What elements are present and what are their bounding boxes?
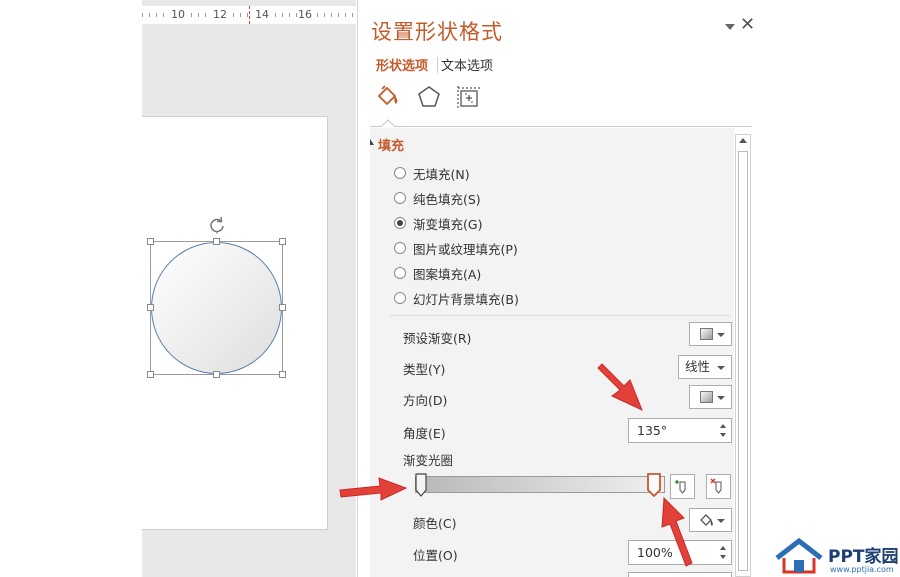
collapse-triangle-icon[interactable] [370, 139, 374, 145]
direction-dropdown[interactable] [689, 385, 732, 409]
ruler-mark-10: 10 [170, 7, 186, 22]
chevron-down-icon [717, 519, 725, 523]
type-label: 类型(Y) [403, 362, 446, 377]
preset-gradient-label: 预设渐变(R) [403, 331, 472, 346]
shape-selection-box[interactable] [147, 216, 286, 378]
panel-title: 设置形状格式 [371, 20, 503, 44]
radio-icon[interactable] [394, 292, 406, 304]
radio-icon[interactable] [394, 167, 406, 179]
resize-handle-left[interactable] [147, 304, 154, 311]
horizontal-ruler[interactable]: 10 12 14 16 [142, 6, 356, 24]
ruler-mark-12: 12 [212, 7, 228, 22]
category-pointer [381, 119, 395, 127]
radio-label: 纯色填充(S) [413, 191, 481, 207]
radio-slide-background-fill[interactable]: 幻灯片背景填充(B) [394, 289, 519, 307]
remove-gradient-stop-button[interactable] [706, 474, 731, 499]
resize-handle-bottom-right[interactable] [279, 371, 286, 378]
position-input[interactable]: 100% [628, 540, 732, 565]
slide-canvas[interactable] [142, 116, 328, 530]
radio-label: 图片或纹理填充(P) [413, 241, 518, 257]
type-dropdown[interactable]: 线性 [678, 355, 732, 379]
add-stop-icon [675, 480, 686, 494]
slide-editing-area: 10 12 14 16 [142, 0, 356, 577]
tab-shape-options[interactable]: 形状选项 [376, 55, 428, 74]
add-gradient-stop-button[interactable] [670, 474, 695, 499]
fill-line-icon[interactable] [374, 83, 402, 111]
direction-label: 方向(D) [403, 393, 448, 408]
tab-text-options[interactable]: 文本选项 [441, 55, 493, 74]
resize-handle-bottom[interactable] [213, 371, 220, 378]
rotate-handle-icon[interactable] [208, 216, 226, 234]
ruler-mark-16: 16 [297, 7, 313, 22]
angle-value: 135° [637, 423, 668, 438]
resize-handle-top[interactable] [213, 238, 220, 245]
color-picker-dropdown[interactable] [689, 508, 732, 532]
type-value: 线性 [685, 359, 711, 374]
preset-gradient-dropdown[interactable] [689, 322, 732, 346]
category-divider [370, 126, 752, 127]
angle-input[interactable]: 135° [628, 418, 732, 443]
radio-icon-checked[interactable] [394, 217, 406, 229]
tab-separator [437, 57, 438, 73]
section-divider [390, 315, 730, 316]
scroll-up-icon[interactable] [739, 138, 747, 143]
radio-icon[interactable] [394, 267, 406, 279]
color-label: 颜色(C) [413, 516, 457, 531]
radio-label: 图案填充(A) [413, 266, 482, 282]
close-icon[interactable]: ✕ [740, 15, 755, 35]
direction-swatch-icon [700, 391, 713, 403]
resize-handle-bottom-left[interactable] [147, 371, 154, 378]
radio-picture-fill[interactable]: 图片或纹理填充(P) [394, 239, 518, 257]
radio-pattern-fill[interactable]: 图案填充(A) [394, 264, 481, 282]
format-shape-panel: 设置形状格式 ✕ 形状选项 文本选项 填充 无填充(N) 纯色填充(S) 渐变填… [357, 0, 760, 577]
gradient-swatch-icon [700, 328, 713, 340]
radio-icon[interactable] [394, 242, 406, 254]
gradient-stop-left[interactable] [415, 473, 427, 497]
radio-icon[interactable] [394, 192, 406, 204]
ruler-mark-14: 14 [254, 7, 270, 22]
radio-gradient-fill[interactable]: 渐变填充(G) [394, 214, 482, 232]
paint-bucket-icon [700, 514, 713, 526]
spin-down-icon[interactable] [720, 433, 726, 437]
radio-no-fill[interactable]: 无填充(N) [394, 164, 470, 182]
circle-shape[interactable] [151, 242, 282, 374]
radio-label: 幻灯片背景填充(B) [413, 291, 519, 307]
resize-handle-top-right[interactable] [279, 238, 286, 245]
radio-label: 无填充(N) [413, 166, 470, 182]
spin-up-icon[interactable] [720, 424, 726, 428]
chevron-down-icon [717, 396, 725, 400]
watermark-name: PPT家园 [828, 547, 899, 567]
resize-handle-top-left[interactable] [147, 238, 154, 245]
position-label: 位置(O) [413, 548, 458, 563]
position-value: 100% [637, 545, 673, 560]
spin-up-icon[interactable] [720, 546, 726, 550]
chevron-down-icon [717, 333, 725, 337]
transparency-input-partial[interactable] [628, 572, 732, 577]
watermark-url: www.pptjia.com [830, 565, 894, 574]
resize-handle-right[interactable] [279, 304, 286, 311]
effects-pentagon-icon[interactable] [415, 83, 443, 111]
house-logo-icon [775, 538, 823, 574]
gradient-stops-bar[interactable] [415, 476, 665, 493]
angle-label: 角度(E) [403, 426, 446, 441]
panel-menu-dropdown-icon[interactable] [725, 24, 735, 30]
fill-section-header[interactable]: 填充 [378, 135, 404, 154]
chevron-down-icon [717, 366, 725, 370]
gradient-stop-right-selected[interactable] [647, 473, 661, 497]
remove-stop-icon [710, 478, 722, 494]
spin-down-icon[interactable] [720, 555, 726, 559]
radio-solid-fill[interactable]: 纯色填充(S) [394, 189, 481, 207]
ruler-position-marker [249, 6, 250, 24]
panel-scrollbar[interactable] [735, 134, 751, 577]
fill-options-body: 填充 无填充(N) 纯色填充(S) 渐变填充(G) 图片或纹理填充(P) 图案填… [370, 128, 734, 577]
size-properties-icon[interactable] [455, 83, 483, 111]
gradient-stops-label: 渐变光圈 [403, 453, 454, 468]
scroll-thumb[interactable] [738, 151, 748, 571]
radio-label: 渐变填充(G) [413, 216, 483, 232]
